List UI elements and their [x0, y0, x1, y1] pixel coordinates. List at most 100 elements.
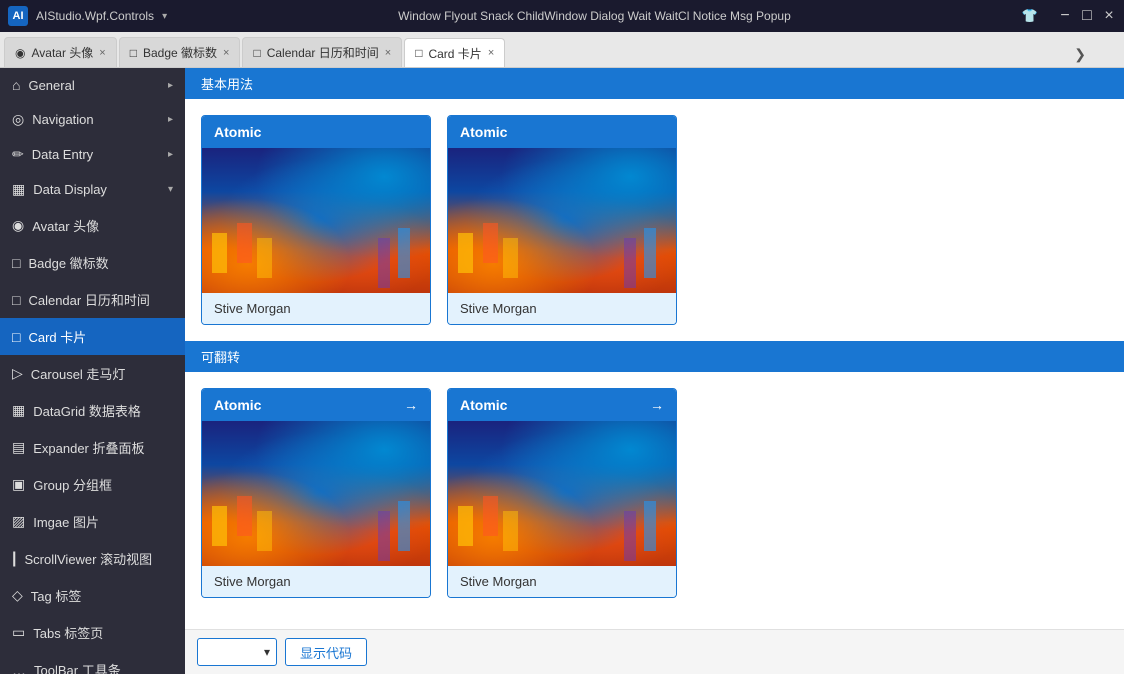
- sidebar-item-avatar[interactable]: ◉ Avatar 头像: [0, 207, 185, 244]
- tab-calendar[interactable]: □ Calendar 日历和时间 ×: [242, 37, 402, 67]
- sidebar-label-scrollviewer: ScrollViewer 滚动视图: [24, 549, 173, 568]
- bottom-toolbar: ▾ 显示代码: [185, 629, 1124, 674]
- tab-overflow-chevron[interactable]: ❯: [1066, 42, 1094, 67]
- sidebar-item-card[interactable]: □ Card 卡片: [0, 318, 185, 355]
- code-select-dropdown[interactable]: ▾: [197, 638, 277, 666]
- sidebar-item-badge[interactable]: □ Badge 徽标数: [0, 244, 185, 281]
- sidebar-arrow-data-display: ▾: [168, 184, 173, 195]
- sidebar-item-scrollviewer[interactable]: | ScrollViewer 滚动视图: [0, 540, 185, 577]
- sidebar-arrow-data-entry: ▸: [168, 149, 173, 160]
- avatar-icon: ◉: [12, 217, 24, 234]
- tab-badge-label: Badge 徽标数: [143, 44, 217, 61]
- sidebar-item-data-display[interactable]: ▦ Data Display ▾: [0, 172, 185, 207]
- window-controls: − □ ×: [1058, 9, 1116, 23]
- tab-avatar-close[interactable]: ×: [99, 47, 105, 59]
- card-flip-2-title: Atomic: [460, 397, 507, 413]
- expander-icon: ▤: [12, 439, 25, 456]
- card-basic-2-scene: [448, 148, 676, 293]
- title-bar-left: AI AIStudio.Wpf.Controls ▾: [8, 6, 167, 26]
- sidebar-label-carousel: Carousel 走马灯: [31, 364, 173, 383]
- sidebar-item-datagrid[interactable]: ▦ DataGrid 数据表格: [0, 392, 185, 429]
- tab-card-icon: □: [415, 46, 422, 60]
- sidebar-label-data-display: Data Display: [33, 182, 160, 197]
- sidebar-label-avatar: Avatar 头像: [32, 216, 173, 235]
- card-basic-1-footer: Stive Morgan: [202, 293, 430, 324]
- sidebar-item-image[interactable]: ▨ Imgae 图片: [0, 503, 185, 540]
- grid-icon: ▦: [12, 181, 25, 198]
- image-icon: ▨: [12, 513, 25, 530]
- section-header-flip: 可翻转: [185, 341, 1124, 372]
- tab-badge-icon: □: [130, 46, 137, 60]
- sidebar-arrow-navigation: ▸: [168, 114, 173, 125]
- tabs-icon: ▭: [12, 624, 25, 641]
- navigation-icon: ◎: [12, 111, 24, 128]
- sidebar-label-navigation: Navigation: [32, 112, 160, 127]
- sidebar-item-navigation[interactable]: ◎ Navigation ▸: [0, 102, 185, 137]
- sidebar-label-badge: Badge 徽标数: [28, 253, 173, 272]
- card-basic-2-image: [448, 148, 676, 293]
- sidebar-item-group[interactable]: ▣ Group 分组框: [0, 466, 185, 503]
- sidebar-label-image: Imgae 图片: [33, 512, 173, 531]
- card-flip-1-title: Atomic: [214, 397, 261, 413]
- close-button[interactable]: ×: [1102, 9, 1116, 23]
- title-bar-right: 👕 − □ ×: [1022, 8, 1116, 24]
- home-icon: ⌂: [12, 77, 20, 93]
- title-bar-center: Window Flyout Snack ChildWindow Dialog W…: [167, 9, 1022, 23]
- sidebar-item-carousel[interactable]: ▷ Carousel 走马灯: [0, 355, 185, 392]
- sidebar-item-tag[interactable]: ◇ Tag 标签: [0, 577, 185, 614]
- shirt-icon[interactable]: 👕: [1022, 8, 1038, 24]
- tab-badge[interactable]: □ Badge 徽标数 ×: [119, 37, 241, 67]
- tab-card-close[interactable]: ×: [488, 47, 494, 59]
- title-bar: AI AIStudio.Wpf.Controls ▾ Window Flyout…: [0, 0, 1124, 32]
- sidebar-label-tag: Tag 标签: [31, 586, 173, 605]
- group-icon: ▣: [12, 476, 25, 493]
- badge-icon: □: [12, 255, 20, 271]
- sidebar-label-group: Group 分组框: [33, 475, 173, 494]
- card-basic-1-image: [202, 148, 430, 293]
- sidebar: ⌂ General ▸ ◎ Navigation ▸ ✏ Data Entry …: [0, 68, 185, 674]
- minimize-button[interactable]: −: [1058, 9, 1072, 23]
- card-flip-2-scene: [448, 421, 676, 566]
- content-area: 基本用法 Atomic Stive Morgan Atomic: [185, 68, 1124, 674]
- main-layout: ⌂ General ▸ ◎ Navigation ▸ ✏ Data Entry …: [0, 68, 1124, 674]
- sidebar-item-tabs[interactable]: ▭ Tabs 标签页: [0, 614, 185, 651]
- sidebar-label-tabs: Tabs 标签页: [33, 623, 173, 642]
- tab-bar: ◉ Avatar 头像 × □ Badge 徽标数 × □ Calendar 日…: [0, 32, 1124, 68]
- sidebar-label-data-entry: Data Entry: [32, 147, 160, 162]
- card-basic-1-author: Stive Morgan: [214, 301, 291, 316]
- carousel-icon: ▷: [12, 365, 23, 382]
- card-basic-2-footer: Stive Morgan: [448, 293, 676, 324]
- card-icon: □: [12, 329, 20, 345]
- sidebar-item-general[interactable]: ⌂ General ▸: [0, 68, 185, 102]
- tab-card[interactable]: □ Card 卡片 ×: [404, 38, 505, 68]
- card-flip-1[interactable]: Atomic → Stive Morgan: [201, 388, 431, 598]
- tab-calendar-close[interactable]: ×: [385, 47, 391, 59]
- card-basic-1-scene: [202, 148, 430, 293]
- card-flip-1-author: Stive Morgan: [214, 574, 291, 589]
- app-name: AIStudio.Wpf.Controls: [36, 9, 154, 23]
- card-basic-2-author: Stive Morgan: [460, 301, 537, 316]
- card-flip-2-arrow: →: [650, 397, 664, 413]
- calendar-icon: □: [12, 292, 20, 308]
- card-basic-1-title: Atomic: [214, 124, 261, 140]
- show-code-button[interactable]: 显示代码: [285, 638, 367, 666]
- select-chevron-icon: ▾: [264, 645, 270, 659]
- card-flip-2[interactable]: Atomic → Stive Morgan: [447, 388, 677, 598]
- tab-avatar[interactable]: ◉ Avatar 头像 ×: [4, 37, 117, 67]
- card-flip-1-footer: Stive Morgan: [202, 566, 430, 597]
- tab-badge-close[interactable]: ×: [223, 47, 229, 59]
- sidebar-item-calendar[interactable]: □ Calendar 日历和时间: [0, 281, 185, 318]
- card-flip-2-footer: Stive Morgan: [448, 566, 676, 597]
- datagrid-icon: ▦: [12, 402, 25, 419]
- sidebar-item-toolbar[interactable]: … ToolBar 工具条: [0, 651, 185, 674]
- card-basic-2[interactable]: Atomic Stive Morgan: [447, 115, 677, 325]
- sidebar-item-expander[interactable]: ▤ Expander 折叠面板: [0, 429, 185, 466]
- card-flip-2-header: Atomic →: [448, 389, 676, 421]
- tab-card-label: Card 卡片: [428, 45, 481, 62]
- maximize-button[interactable]: □: [1080, 9, 1094, 23]
- tab-avatar-icon: ◉: [15, 46, 25, 60]
- card-flip-1-arrow: →: [404, 397, 418, 413]
- card-basic-1[interactable]: Atomic Stive Morgan: [201, 115, 431, 325]
- sidebar-item-data-entry[interactable]: ✏ Data Entry ▸: [0, 137, 185, 172]
- card-basic-2-title: Atomic: [460, 124, 507, 140]
